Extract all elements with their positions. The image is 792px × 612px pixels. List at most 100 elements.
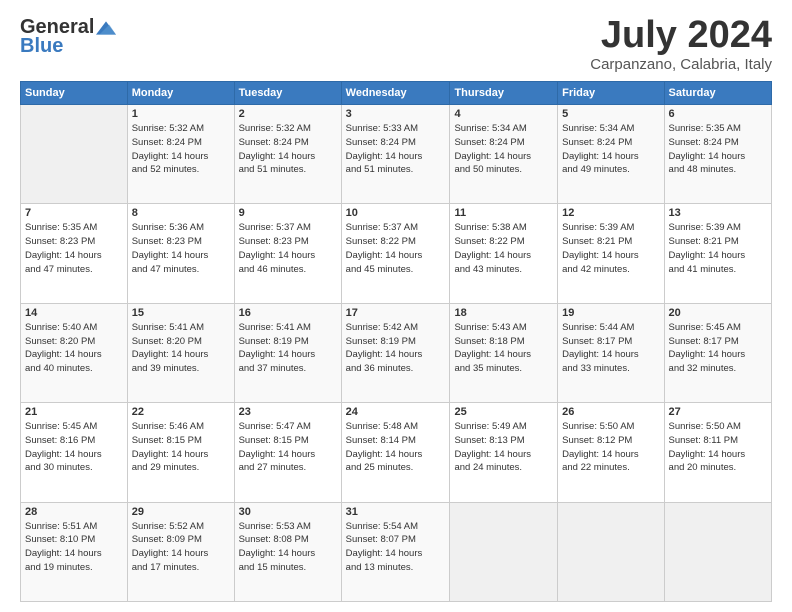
calendar-cell [21, 105, 128, 204]
calendar-cell: 21 Sunrise: 5:45 AM Sunset: 8:16 PM Dayli… [21, 403, 128, 502]
logo: General Blue [20, 16, 116, 58]
day-info: Sunrise: 5:40 AM Sunset: 8:20 PM Dayligh… [25, 321, 123, 376]
day-number: 26 [562, 406, 659, 418]
day-info: Sunrise: 5:49 AM Sunset: 8:13 PM Dayligh… [454, 420, 553, 475]
day-info: Sunrise: 5:35 AM Sunset: 8:24 PM Dayligh… [669, 122, 767, 177]
calendar-cell: 3 Sunrise: 5:33 AM Sunset: 8:24 PM Daylig… [341, 105, 450, 204]
calendar-cell: 11Sunrise: 5:38 AM Sunset: 8:22 PM Dayli… [450, 204, 558, 303]
day-info: Sunrise: 5:39 AM Sunset: 8:21 PM Dayligh… [669, 221, 767, 276]
day-number: 9 [239, 207, 337, 219]
day-number: 3 [346, 108, 446, 120]
day-number: 18 [454, 307, 553, 319]
calendar-table: SundayMondayTuesdayWednesdayThursdayFrid… [20, 81, 772, 602]
calendar-cell: 2 Sunrise: 5:32 AM Sunset: 8:24 PM Daylig… [234, 105, 341, 204]
day-number: 4 [454, 108, 553, 120]
calendar-cell: 24 Sunrise: 5:48 AM Sunset: 8:14 PM Dayli… [341, 403, 450, 502]
calendar-header-row: SundayMondayTuesdayWednesdayThursdayFrid… [21, 82, 772, 105]
day-info: Sunrise: 5:52 AM Sunset: 8:09 PM Dayligh… [132, 520, 230, 575]
day-info: Sunrise: 5:47 AM Sunset: 8:15 PM Dayligh… [239, 420, 337, 475]
day-info: Sunrise: 5:35 AM Sunset: 8:23 PM Dayligh… [25, 221, 123, 276]
day-number: 1 [132, 108, 230, 120]
day-info: Sunrise: 5:48 AM Sunset: 8:14 PM Dayligh… [346, 420, 446, 475]
day-number: 14 [25, 307, 123, 319]
day-info: Sunrise: 5:46 AM Sunset: 8:15 PM Dayligh… [132, 420, 230, 475]
day-info: Sunrise: 5:45 AM Sunset: 8:17 PM Dayligh… [669, 321, 767, 376]
col-header-saturday: Saturday [664, 82, 771, 105]
calendar-cell: 31 Sunrise: 5:54 AM Sunset: 8:07 PM Dayli… [341, 502, 450, 601]
day-info: Sunrise: 5:34 AM Sunset: 8:24 PM Dayligh… [562, 122, 659, 177]
calendar-cell: 4 Sunrise: 5:34 AM Sunset: 8:24 PM Daylig… [450, 105, 558, 204]
day-number: 24 [346, 406, 446, 418]
calendar-cell: 1 Sunrise: 5:32 AM Sunset: 8:24 PM Daylig… [127, 105, 234, 204]
calendar-week-2: 7Sunrise: 5:35 AM Sunset: 8:23 PM Daylig… [21, 204, 772, 303]
day-number: 21 [25, 406, 123, 418]
day-info: Sunrise: 5:50 AM Sunset: 8:11 PM Dayligh… [669, 420, 767, 475]
day-number: 2 [239, 108, 337, 120]
day-info: Sunrise: 5:36 AM Sunset: 8:23 PM Dayligh… [132, 221, 230, 276]
day-info: Sunrise: 5:53 AM Sunset: 8:08 PM Dayligh… [239, 520, 337, 575]
calendar-cell: 18 Sunrise: 5:43 AM Sunset: 8:18 PM Dayli… [450, 303, 558, 402]
calendar-cell: 28 Sunrise: 5:51 AM Sunset: 8:10 PM Dayli… [21, 502, 128, 601]
day-number: 22 [132, 406, 230, 418]
day-number: 17 [346, 307, 446, 319]
day-info: Sunrise: 5:54 AM Sunset: 8:07 PM Dayligh… [346, 520, 446, 575]
day-number: 12 [562, 207, 659, 219]
day-info: Sunrise: 5:44 AM Sunset: 8:17 PM Dayligh… [562, 321, 659, 376]
calendar-week-4: 21 Sunrise: 5:45 AM Sunset: 8:16 PM Dayli… [21, 403, 772, 502]
calendar-cell: 9Sunrise: 5:37 AM Sunset: 8:23 PM Daylig… [234, 204, 341, 303]
calendar-cell [450, 502, 558, 601]
calendar-cell: 14 Sunrise: 5:40 AM Sunset: 8:20 PM Dayli… [21, 303, 128, 402]
day-number: 13 [669, 207, 767, 219]
day-number: 23 [239, 406, 337, 418]
day-info: Sunrise: 5:43 AM Sunset: 8:18 PM Dayligh… [454, 321, 553, 376]
col-header-friday: Friday [558, 82, 664, 105]
col-header-wednesday: Wednesday [341, 82, 450, 105]
col-header-tuesday: Tuesday [234, 82, 341, 105]
day-number: 8 [132, 207, 230, 219]
calendar-cell [664, 502, 771, 601]
day-number: 5 [562, 108, 659, 120]
col-header-monday: Monday [127, 82, 234, 105]
day-number: 15 [132, 307, 230, 319]
day-info: Sunrise: 5:32 AM Sunset: 8:24 PM Dayligh… [132, 122, 230, 177]
calendar-cell: 20 Sunrise: 5:45 AM Sunset: 8:17 PM Dayli… [664, 303, 771, 402]
calendar-cell: 16Sunrise: 5:41 AM Sunset: 8:19 PM Dayli… [234, 303, 341, 402]
day-info: Sunrise: 5:45 AM Sunset: 8:16 PM Dayligh… [25, 420, 123, 475]
day-number: 10 [346, 207, 446, 219]
col-header-sunday: Sunday [21, 82, 128, 105]
day-info: Sunrise: 5:39 AM Sunset: 8:21 PM Dayligh… [562, 221, 659, 276]
month-title: July 2024 [590, 16, 772, 54]
calendar-cell: 8 Sunrise: 5:36 AM Sunset: 8:23 PM Daylig… [127, 204, 234, 303]
calendar-cell: 7Sunrise: 5:35 AM Sunset: 8:23 PM Daylig… [21, 204, 128, 303]
calendar-cell: 6Sunrise: 5:35 AM Sunset: 8:24 PM Daylig… [664, 105, 771, 204]
day-info: Sunrise: 5:42 AM Sunset: 8:19 PM Dayligh… [346, 321, 446, 376]
day-info: Sunrise: 5:41 AM Sunset: 8:19 PM Dayligh… [239, 321, 337, 376]
day-number: 29 [132, 506, 230, 518]
day-number: 19 [562, 307, 659, 319]
day-number: 28 [25, 506, 123, 518]
calendar-week-1: 1 Sunrise: 5:32 AM Sunset: 8:24 PM Daylig… [21, 105, 772, 204]
day-number: 30 [239, 506, 337, 518]
calendar-cell: 10Sunrise: 5:37 AM Sunset: 8:22 PM Dayli… [341, 204, 450, 303]
calendar-cell: 27Sunrise: 5:50 AM Sunset: 8:11 PM Dayli… [664, 403, 771, 502]
day-number: 11 [454, 207, 553, 219]
day-number: 31 [346, 506, 446, 518]
header: General Blue July 2024 Carpanzano, Calab… [20, 16, 772, 73]
day-info: Sunrise: 5:50 AM Sunset: 8:12 PM Dayligh… [562, 420, 659, 475]
day-number: 20 [669, 307, 767, 319]
page: General Blue July 2024 Carpanzano, Calab… [0, 0, 792, 612]
calendar-cell: 26 Sunrise: 5:50 AM Sunset: 8:12 PM Dayli… [558, 403, 664, 502]
calendar-cell [558, 502, 664, 601]
calendar-cell: 5 Sunrise: 5:34 AM Sunset: 8:24 PM Daylig… [558, 105, 664, 204]
day-number: 25 [454, 406, 553, 418]
calendar-cell: 15 Sunrise: 5:41 AM Sunset: 8:20 PM Dayli… [127, 303, 234, 402]
day-info: Sunrise: 5:32 AM Sunset: 8:24 PM Dayligh… [239, 122, 337, 177]
calendar-cell: 13 Sunrise: 5:39 AM Sunset: 8:21 PM Dayli… [664, 204, 771, 303]
day-info: Sunrise: 5:51 AM Sunset: 8:10 PM Dayligh… [25, 520, 123, 575]
title-block: July 2024 Carpanzano, Calabria, Italy [590, 16, 772, 73]
calendar-week-3: 14 Sunrise: 5:40 AM Sunset: 8:20 PM Dayli… [21, 303, 772, 402]
day-info: Sunrise: 5:34 AM Sunset: 8:24 PM Dayligh… [454, 122, 553, 177]
logo-blue: Blue [20, 35, 63, 58]
day-info: Sunrise: 5:41 AM Sunset: 8:20 PM Dayligh… [132, 321, 230, 376]
day-info: Sunrise: 5:33 AM Sunset: 8:24 PM Dayligh… [346, 122, 446, 177]
